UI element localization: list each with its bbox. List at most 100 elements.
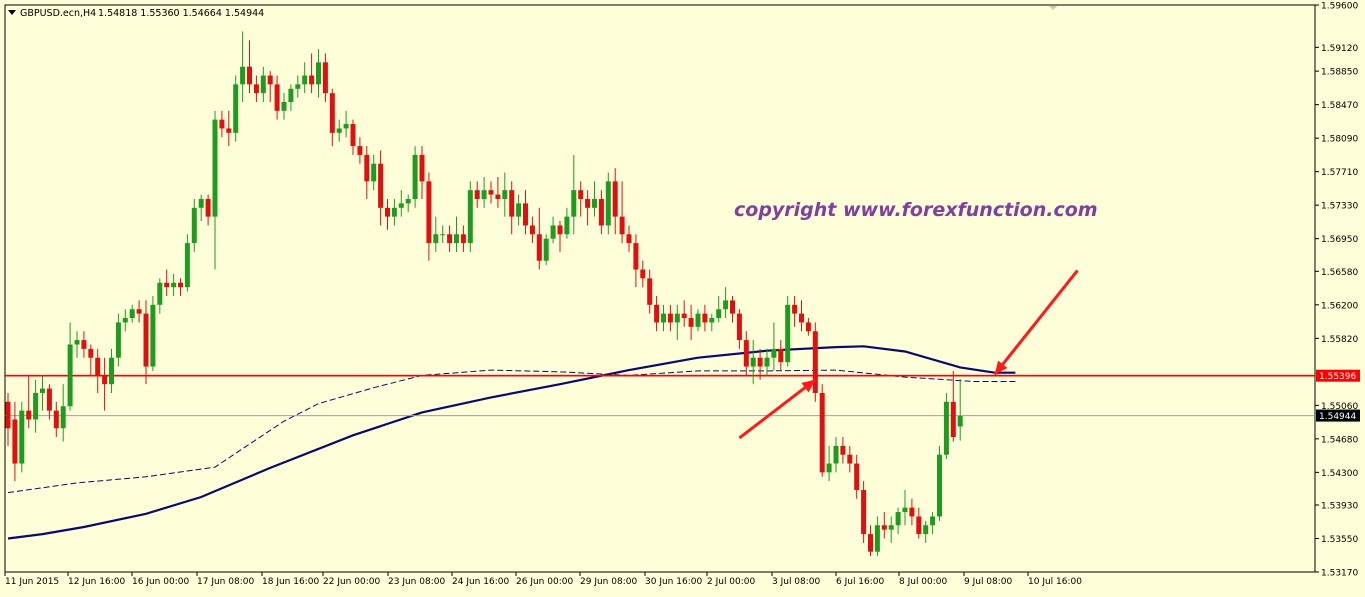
y-tick-label: 1.55820 [1321, 335, 1358, 345]
candle-body [46, 388, 52, 411]
candle-body [454, 234, 459, 244]
candle-body [681, 313, 687, 319]
candle-body [178, 282, 183, 288]
candle-body [364, 154, 370, 182]
candle-body [405, 198, 411, 204]
x-tick-label: 18 Jun 16:00 [262, 577, 319, 587]
candle-body [53, 410, 59, 429]
current-price-label: 1.54944 [1319, 412, 1356, 422]
candle-body [771, 348, 777, 358]
candle-body [240, 66, 246, 85]
candle-body [861, 489, 867, 535]
candle-body [785, 304, 791, 363]
candle-body [33, 392, 39, 420]
candle-body [329, 93, 335, 133]
y-tick-label: 1.53550 [1321, 535, 1358, 545]
candle-body [937, 454, 942, 517]
candle-body [322, 62, 328, 94]
candle-body [895, 512, 901, 526]
y-tick-label: 1.58470 [1321, 101, 1358, 111]
candle-body [40, 388, 45, 393]
candle-body [847, 454, 853, 464]
candle-body [619, 216, 625, 235]
symbol-label: GBPUSD.ecn,H4 [20, 8, 96, 19]
candle-body [467, 190, 473, 244]
candle-body [460, 234, 466, 244]
candle-body [102, 375, 108, 385]
x-tick-label: 3 Jul 08:00 [772, 577, 821, 587]
candle-body [205, 198, 211, 217]
candle-body [812, 331, 818, 393]
candle-body [109, 357, 114, 385]
candle-body [129, 309, 135, 319]
x-tick-label: 17 Jun 08:00 [197, 577, 254, 587]
candle-body [495, 194, 501, 199]
candle-body [950, 401, 956, 438]
x-tick-label: 24 Jun 16:00 [452, 577, 509, 587]
x-tick-label: 29 Jun 08:00 [580, 577, 637, 587]
y-tick-label: 1.54680 [1321, 435, 1358, 445]
candle-body [674, 313, 680, 323]
resistance-price-label: 1.55396 [1319, 372, 1356, 382]
candle-body [226, 128, 232, 133]
x-tick-label: 6 Jul 16:00 [836, 577, 885, 587]
x-tick-label: 2 Jul 00:00 [707, 577, 756, 587]
candle-body [826, 463, 832, 473]
candle-body [357, 146, 363, 155]
candle-body [488, 190, 494, 195]
candle-body [605, 181, 611, 226]
candle-body [5, 401, 11, 429]
candle-body [888, 525, 894, 530]
candle-body [426, 181, 432, 244]
candle-body [633, 243, 639, 270]
candle-body [447, 234, 453, 244]
candle-body [792, 304, 798, 314]
candle-body [909, 507, 915, 517]
candle-body [150, 304, 156, 367]
candle-body [253, 84, 259, 94]
candle-body [433, 234, 439, 244]
candle-body [536, 234, 542, 261]
candle-body [184, 243, 190, 288]
candle-body [191, 207, 197, 244]
candle [812, 322, 818, 402]
x-tick-label: 26 Jun 00:00 [516, 577, 573, 587]
y-tick-label: 1.53930 [1321, 501, 1358, 511]
candle-body [122, 318, 128, 323]
candle-body [661, 313, 666, 323]
y-tick-label: 1.56200 [1321, 301, 1358, 311]
candle-body [164, 282, 170, 288]
candle-body [233, 84, 239, 133]
candle-body [267, 75, 273, 85]
candle-body [219, 119, 225, 129]
candle-body [578, 190, 584, 199]
candle-body [854, 463, 860, 490]
candle [861, 481, 867, 543]
candle-body [930, 516, 936, 526]
candle-body [274, 84, 280, 111]
candle-body [647, 278, 653, 305]
y-tick-label: 1.59600 [1321, 2, 1358, 12]
y-tick-label: 1.55060 [1321, 402, 1358, 412]
candle-body [916, 516, 922, 535]
candle-body [81, 340, 87, 349]
candle-body [509, 190, 515, 217]
candle-body [550, 225, 556, 239]
price-chart[interactable]: GBPUSD.ecn,H4 1.54818 1.55360 1.54664 1.… [0, 0, 1365, 593]
candle-body [309, 75, 315, 85]
candle-body [419, 154, 425, 182]
candle-body [74, 340, 80, 345]
y-tick-label: 1.53170 [1321, 569, 1358, 579]
candle-body [474, 190, 480, 199]
candle-body [398, 203, 404, 208]
candle-body [702, 313, 708, 323]
candle-body [295, 84, 301, 89]
candle [19, 401, 25, 473]
candle-body [626, 234, 632, 244]
candle [785, 295, 791, 367]
candle-body [412, 154, 418, 199]
chart-window: GBPUSD.ecn,H4 1.54818 1.55360 1.54664 1.… [0, 0, 1365, 593]
candle-body [336, 128, 342, 133]
candle-body [688, 318, 694, 327]
candle-body [212, 119, 218, 217]
